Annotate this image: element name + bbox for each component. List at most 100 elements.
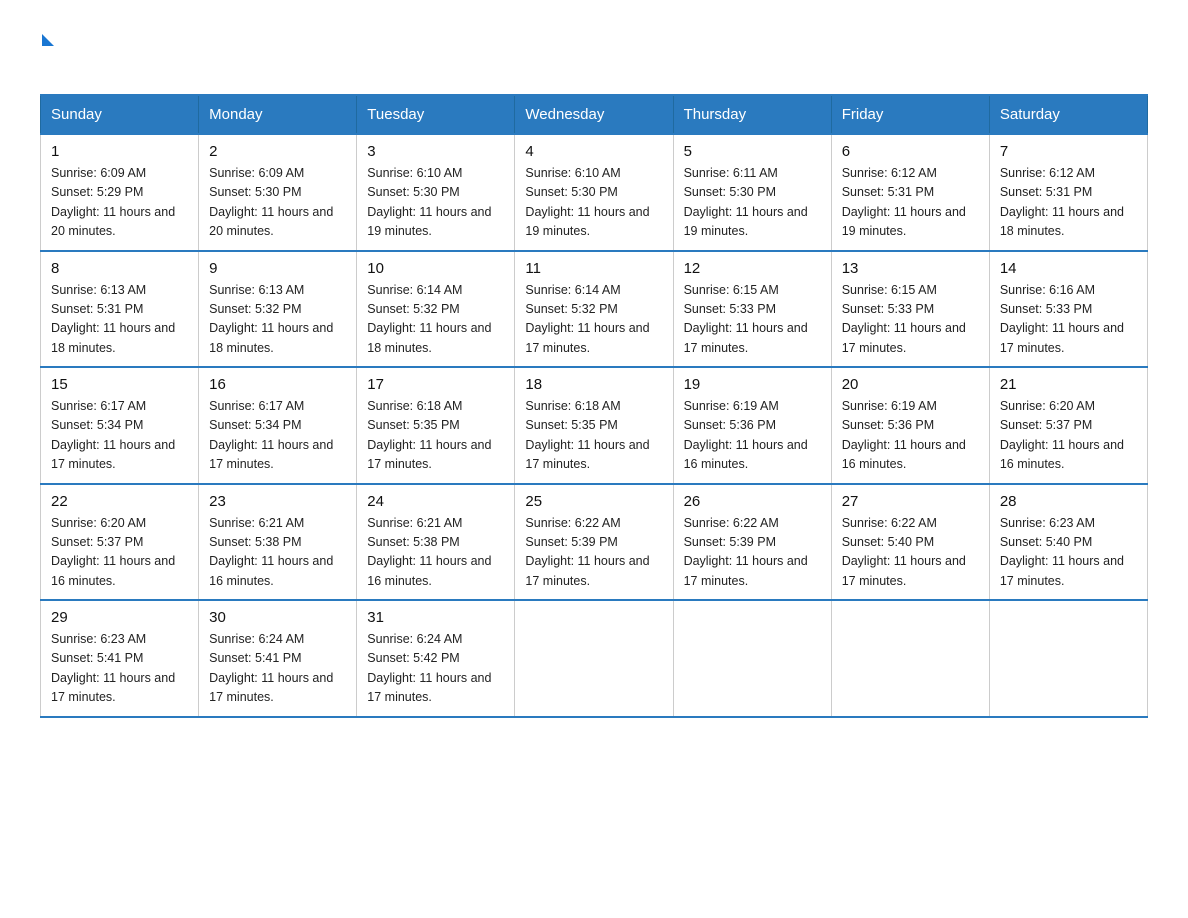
day-info: Sunrise: 6:14 AMSunset: 5:32 PMDaylight:… [525, 283, 649, 355]
day-number: 1 [51, 143, 188, 160]
calendar-cell: 8 Sunrise: 6:13 AMSunset: 5:31 PMDaylight… [41, 251, 199, 368]
header-row: SundayMondayTuesdayWednesdayThursdayFrid… [41, 95, 1148, 134]
header-monday: Monday [199, 95, 357, 134]
day-number: 10 [367, 260, 504, 277]
day-info: Sunrise: 6:12 AMSunset: 5:31 PMDaylight:… [1000, 166, 1124, 238]
header-thursday: Thursday [673, 95, 831, 134]
day-info: Sunrise: 6:22 AMSunset: 5:39 PMDaylight:… [684, 516, 808, 588]
day-info: Sunrise: 6:24 AMSunset: 5:42 PMDaylight:… [367, 632, 491, 704]
day-info: Sunrise: 6:23 AMSunset: 5:41 PMDaylight:… [51, 632, 175, 704]
header-tuesday: Tuesday [357, 95, 515, 134]
logo-triangle-icon [42, 34, 54, 46]
day-number: 27 [842, 493, 979, 510]
day-info: Sunrise: 6:13 AMSunset: 5:32 PMDaylight:… [209, 283, 333, 355]
day-info: Sunrise: 6:10 AMSunset: 5:30 PMDaylight:… [367, 166, 491, 238]
day-number: 9 [209, 260, 346, 277]
day-info: Sunrise: 6:17 AMSunset: 5:34 PMDaylight:… [209, 399, 333, 471]
calendar-cell: 14 Sunrise: 6:16 AMSunset: 5:33 PMDayligh… [989, 251, 1147, 368]
header-friday: Friday [831, 95, 989, 134]
day-info: Sunrise: 6:21 AMSunset: 5:38 PMDaylight:… [209, 516, 333, 588]
calendar-cell: 20Sunrise: 6:19 AMSunset: 5:36 PMDayligh… [831, 367, 989, 484]
calendar-cell: 12 Sunrise: 6:15 AMSunset: 5:33 PMDayligh… [673, 251, 831, 368]
day-number: 7 [1000, 143, 1137, 160]
day-info: Sunrise: 6:16 AMSunset: 5:33 PMDaylight:… [1000, 283, 1124, 355]
day-number: 19 [684, 376, 821, 393]
day-info: Sunrise: 6:22 AMSunset: 5:39 PMDaylight:… [525, 516, 649, 588]
calendar-cell [831, 600, 989, 717]
calendar-cell: 15 Sunrise: 6:17 AMSunset: 5:34 PMDayligh… [41, 367, 199, 484]
week-row-2: 8 Sunrise: 6:13 AMSunset: 5:31 PMDaylight… [41, 251, 1148, 368]
week-row-3: 15 Sunrise: 6:17 AMSunset: 5:34 PMDayligh… [41, 367, 1148, 484]
day-info: Sunrise: 6:10 AMSunset: 5:30 PMDaylight:… [525, 166, 649, 238]
day-info: Sunrise: 6:20 AMSunset: 5:37 PMDaylight:… [51, 516, 175, 588]
day-info: Sunrise: 6:24 AMSunset: 5:41 PMDaylight:… [209, 632, 333, 704]
calendar-cell [673, 600, 831, 717]
day-number: 3 [367, 143, 504, 160]
calendar-cell: 11 Sunrise: 6:14 AMSunset: 5:32 PMDayligh… [515, 251, 673, 368]
day-info: Sunrise: 6:13 AMSunset: 5:31 PMDaylight:… [51, 283, 175, 355]
day-number: 25 [525, 493, 662, 510]
calendar-cell: 26Sunrise: 6:22 AMSunset: 5:39 PMDayligh… [673, 484, 831, 601]
day-number: 23 [209, 493, 346, 510]
day-info: Sunrise: 6:15 AMSunset: 5:33 PMDaylight:… [684, 283, 808, 355]
calendar-cell [515, 600, 673, 717]
day-number: 21 [1000, 376, 1137, 393]
day-number: 6 [842, 143, 979, 160]
day-number: 28 [1000, 493, 1137, 510]
day-number: 4 [525, 143, 662, 160]
calendar-cell: 21 Sunrise: 6:20 AMSunset: 5:37 PMDayligh… [989, 367, 1147, 484]
calendar-cell: 13 Sunrise: 6:15 AMSunset: 5:33 PMDayligh… [831, 251, 989, 368]
calendar-cell: 22 Sunrise: 6:20 AMSunset: 5:37 PMDayligh… [41, 484, 199, 601]
day-number: 8 [51, 260, 188, 277]
day-info: Sunrise: 6:23 AMSunset: 5:40 PMDaylight:… [1000, 516, 1124, 588]
day-number: 13 [842, 260, 979, 277]
calendar-cell: 1 Sunrise: 6:09 AMSunset: 5:29 PMDaylight… [41, 134, 199, 251]
calendar-cell: 16 Sunrise: 6:17 AMSunset: 5:34 PMDayligh… [199, 367, 357, 484]
day-info: Sunrise: 6:20 AMSunset: 5:37 PMDaylight:… [1000, 399, 1124, 471]
calendar-cell: 4 Sunrise: 6:10 AMSunset: 5:30 PMDaylight… [515, 134, 673, 251]
week-row-1: 1 Sunrise: 6:09 AMSunset: 5:29 PMDaylight… [41, 134, 1148, 251]
calendar-cell: 25 Sunrise: 6:22 AMSunset: 5:39 PMDayligh… [515, 484, 673, 601]
day-info: Sunrise: 6:12 AMSunset: 5:31 PMDaylight:… [842, 166, 966, 238]
day-number: 11 [525, 260, 662, 277]
header-sunday: Sunday [41, 95, 199, 134]
calendar-cell: 9 Sunrise: 6:13 AMSunset: 5:32 PMDaylight… [199, 251, 357, 368]
day-info: Sunrise: 6:21 AMSunset: 5:38 PMDaylight:… [367, 516, 491, 588]
day-info: Sunrise: 6:19 AMSunset: 5:36 PMDaylight:… [842, 399, 966, 471]
day-info: Sunrise: 6:09 AMSunset: 5:29 PMDaylight:… [51, 166, 175, 238]
day-number: 29 [51, 609, 188, 626]
day-number: 18 [525, 376, 662, 393]
calendar-cell: 28 Sunrise: 6:23 AMSunset: 5:40 PMDayligh… [989, 484, 1147, 601]
calendar-cell: 18 Sunrise: 6:18 AMSunset: 5:35 PMDayligh… [515, 367, 673, 484]
calendar-cell: 10Sunrise: 6:14 AMSunset: 5:32 PMDayligh… [357, 251, 515, 368]
day-number: 31 [367, 609, 504, 626]
week-row-4: 22 Sunrise: 6:20 AMSunset: 5:37 PMDayligh… [41, 484, 1148, 601]
day-number: 14 [1000, 260, 1137, 277]
calendar-cell: 6 Sunrise: 6:12 AMSunset: 5:31 PMDaylight… [831, 134, 989, 251]
day-info: Sunrise: 6:22 AMSunset: 5:40 PMDaylight:… [842, 516, 966, 588]
day-number: 24 [367, 493, 504, 510]
calendar-cell: 29 Sunrise: 6:23 AMSunset: 5:41 PMDayligh… [41, 600, 199, 717]
calendar-cell: 27 Sunrise: 6:22 AMSunset: 5:40 PMDayligh… [831, 484, 989, 601]
day-number: 16 [209, 376, 346, 393]
day-info: Sunrise: 6:09 AMSunset: 5:30 PMDaylight:… [209, 166, 333, 238]
calendar-table: SundayMondayTuesdayWednesdayThursdayFrid… [40, 94, 1148, 718]
day-info: Sunrise: 6:18 AMSunset: 5:35 PMDaylight:… [525, 399, 649, 471]
day-number: 5 [684, 143, 821, 160]
day-number: 12 [684, 260, 821, 277]
week-row-5: 29 Sunrise: 6:23 AMSunset: 5:41 PMDayligh… [41, 600, 1148, 717]
day-number: 15 [51, 376, 188, 393]
day-info: Sunrise: 6:18 AMSunset: 5:35 PMDaylight:… [367, 399, 491, 471]
calendar-cell: 19Sunrise: 6:19 AMSunset: 5:36 PMDayligh… [673, 367, 831, 484]
day-info: Sunrise: 6:15 AMSunset: 5:33 PMDaylight:… [842, 283, 966, 355]
calendar-cell: 31 Sunrise: 6:24 AMSunset: 5:42 PMDayligh… [357, 600, 515, 717]
calendar-cell: 3 Sunrise: 6:10 AMSunset: 5:30 PMDaylight… [357, 134, 515, 251]
day-number: 22 [51, 493, 188, 510]
calendar-cell [989, 600, 1147, 717]
day-info: Sunrise: 6:17 AMSunset: 5:34 PMDaylight:… [51, 399, 175, 471]
day-info: Sunrise: 6:11 AMSunset: 5:30 PMDaylight:… [684, 166, 808, 238]
page-header [40, 30, 1148, 74]
calendar-cell: 7 Sunrise: 6:12 AMSunset: 5:31 PMDaylight… [989, 134, 1147, 251]
day-number: 2 [209, 143, 346, 160]
logo [40, 30, 54, 74]
